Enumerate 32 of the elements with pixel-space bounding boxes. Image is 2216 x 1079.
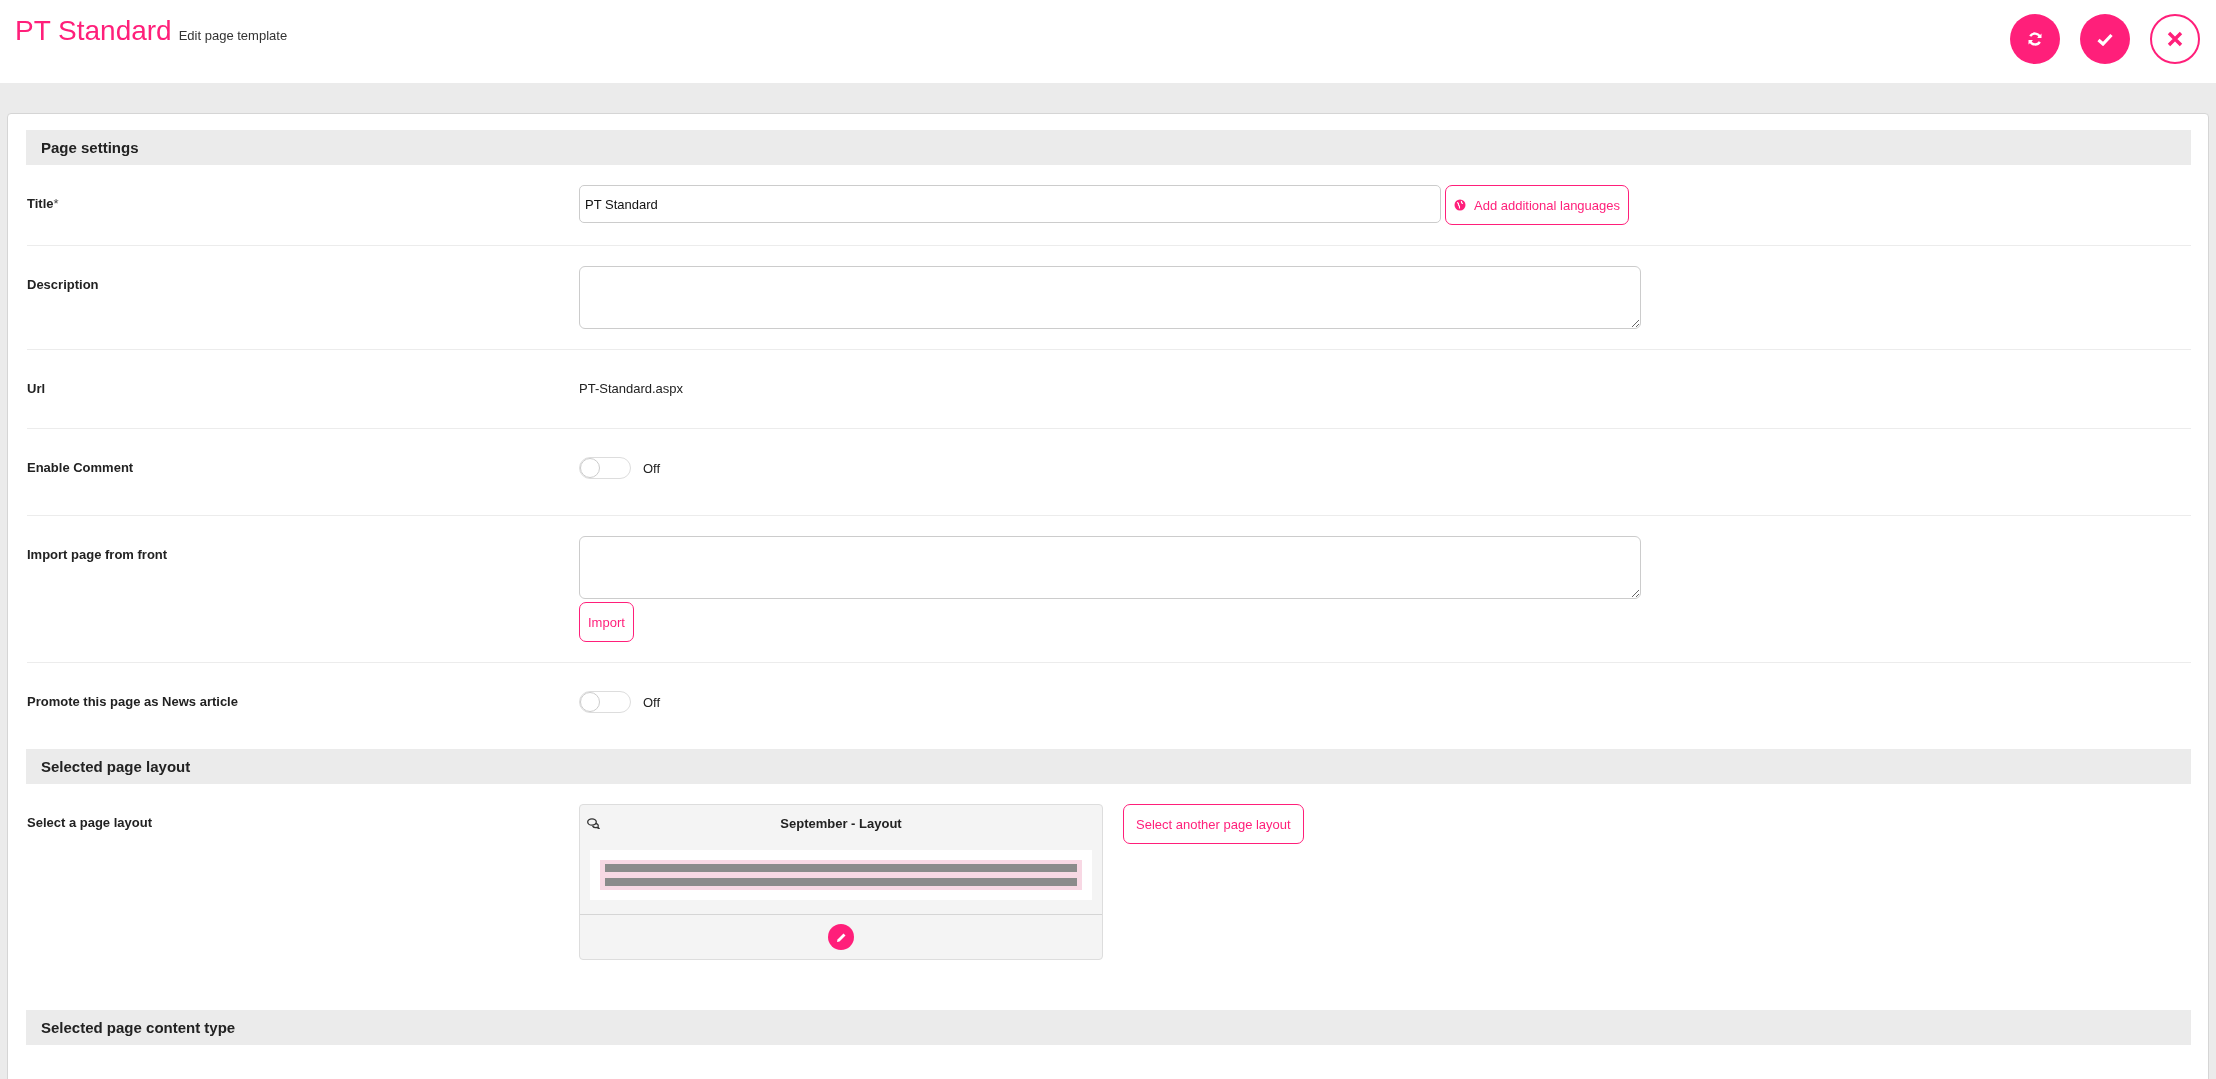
toggle-switch[interactable] xyxy=(579,457,631,479)
checkmark-icon xyxy=(2097,32,2113,46)
toggle-switch[interactable] xyxy=(579,691,631,713)
field-label: Promote this page as News article xyxy=(27,693,239,711)
field-label: Import page from front xyxy=(27,546,169,564)
edit-button[interactable] xyxy=(828,924,854,950)
toggle-state-label: Off xyxy=(643,694,661,710)
close-button[interactable] xyxy=(2150,14,2200,64)
close-icon xyxy=(2167,31,2183,47)
add-languages-button[interactable]: Add additional languages xyxy=(1445,185,1629,225)
field-label: Title* xyxy=(27,195,60,213)
page-title: PT Standard xyxy=(15,15,172,47)
refresh-button[interactable] xyxy=(2010,14,2060,64)
page-subtitle: Edit page template xyxy=(178,28,288,43)
save-button[interactable] xyxy=(2080,14,2130,64)
field-label: Enable Comment xyxy=(27,459,135,477)
url-value: PT-Standard.aspx xyxy=(579,380,685,398)
pencil-icon xyxy=(835,931,847,943)
section-header: Selected page layout xyxy=(26,749,2191,784)
refresh-icon xyxy=(2027,31,2043,47)
field-label: Url xyxy=(27,380,47,398)
toggle-state-label: Off xyxy=(643,460,661,476)
field-label: Description xyxy=(27,276,100,294)
section-header: Page settings xyxy=(26,130,2191,165)
globe-icon xyxy=(1454,199,1466,211)
select-layout-button[interactable]: Select another page layout xyxy=(1123,804,1304,844)
section-header: Selected page content type xyxy=(26,1010,2191,1045)
speech-bubbles-icon xyxy=(587,818,600,829)
field-label: Select a page layout xyxy=(27,814,153,832)
layout-name: September - Layout xyxy=(780,815,902,831)
title-input[interactable]: PT Standard xyxy=(579,185,1441,223)
import-button[interactable]: Import xyxy=(579,602,634,642)
